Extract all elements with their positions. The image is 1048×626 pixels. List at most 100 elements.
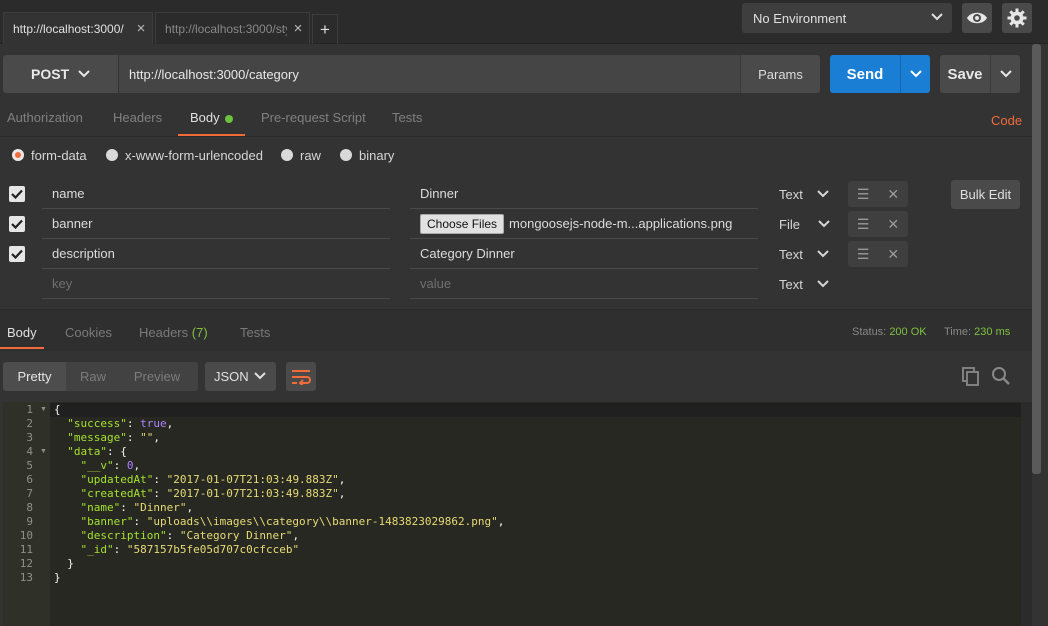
vertical-scrollbar[interactable] <box>1032 44 1041 474</box>
tab-label: Headers <box>139 325 189 340</box>
line-number: 11 <box>19 543 33 556</box>
type-select[interactable]: Text <box>779 239 839 269</box>
environment-label: No Environment <box>753 10 847 26</box>
json-value: "Dinner" <box>133 501 187 514</box>
settings-button[interactable] <box>1002 3 1032 33</box>
type-label: Text <box>779 276 803 292</box>
row-checkbox[interactable] <box>9 216 25 232</box>
radio-binary[interactable]: binary <box>340 146 394 164</box>
line-number: 12 <box>19 557 33 570</box>
method-select[interactable]: POST <box>3 55 118 93</box>
type-select[interactable]: Text <box>779 179 839 209</box>
line-number: 7 <box>26 487 33 500</box>
radio-form-data[interactable]: form-data <box>12 146 87 164</box>
response-tab-headers[interactable]: Headers (7) <box>139 325 208 349</box>
active-line-highlight <box>50 403 1021 417</box>
row-actions: ☰ ✕ <box>848 241 908 267</box>
delete-icon[interactable]: ✕ <box>887 186 899 203</box>
file-value-field: Choose Files mongoosejs-node-m...applica… <box>410 209 758 239</box>
type-select[interactable]: Text <box>779 269 839 299</box>
fold-arrow-icon[interactable]: ▼ <box>40 406 47 413</box>
search-icon[interactable] <box>991 366 1011 386</box>
chevron-down-icon <box>254 372 266 380</box>
gear-icon <box>1007 8 1027 28</box>
tab-body[interactable]: Body <box>178 110 245 136</box>
format-select[interactable]: JSON <box>205 362 276 391</box>
value-field[interactable]: Dinner <box>410 179 758 209</box>
drag-handle-icon[interactable]: ☰ <box>857 246 870 263</box>
row-checkbox[interactable] <box>9 246 25 262</box>
radio-urlencoded[interactable]: x-www-form-urlencoded <box>106 146 263 164</box>
json-value: 0 <box>126 459 134 472</box>
key-field[interactable]: banner <box>42 209 390 239</box>
editor-scrollbar[interactable] <box>1021 402 1032 626</box>
key-field[interactable]: description <box>42 239 390 269</box>
save-dropdown-button[interactable] <box>990 55 1020 93</box>
send-button[interactable]: Send <box>830 55 900 93</box>
key-field-empty[interactable]: key <box>42 269 390 299</box>
url-input[interactable] <box>119 55 740 93</box>
tab-tests[interactable]: Tests <box>392 110 422 136</box>
close-icon[interactable]: × <box>130 20 152 37</box>
code-line: "message": "", <box>67 431 160 444</box>
fold-arrow-icon[interactable]: ▼ <box>40 448 47 455</box>
json-value: "Category Dinner" <box>179 529 293 542</box>
response-tab-tests[interactable]: Tests <box>240 325 270 349</box>
type-label: Text <box>779 186 803 202</box>
tab-authorization[interactable]: Authorization <box>7 110 83 136</box>
value-field-empty[interactable]: value <box>410 269 758 299</box>
view-preview-button[interactable]: Preview <box>120 362 194 391</box>
tab-pre-request-script[interactable]: Pre-request Script <box>261 110 366 136</box>
delete-icon[interactable]: ✕ <box>887 216 899 233</box>
chevron-down-icon <box>909 70 922 78</box>
bulk-edit-button[interactable]: Bulk Edit <box>951 180 1020 209</box>
key-field[interactable]: name <box>42 179 390 209</box>
code-line: "data": { <box>67 445 127 458</box>
drag-handle-icon[interactable]: ☰ <box>857 186 870 203</box>
radio-raw[interactable]: raw <box>281 146 321 164</box>
code-link[interactable]: Code <box>991 113 1022 128</box>
row-checkbox[interactable] <box>9 186 25 202</box>
view-raw-button[interactable]: Raw <box>66 362 120 391</box>
drag-handle-icon[interactable]: ☰ <box>857 216 870 233</box>
close-icon[interactable]: × <box>287 20 309 37</box>
chevron-down-icon <box>931 13 943 21</box>
time-label: Time: <box>944 326 972 338</box>
request-tab-2[interactable]: http://localhost:3000/styles/ × <box>155 12 310 44</box>
line-number: 3 <box>26 431 33 444</box>
json-key: "success" <box>67 417 127 430</box>
json-key: "updatedAt" <box>80 473 154 486</box>
response-tab-body[interactable]: Body <box>0 325 44 349</box>
value-field[interactable]: Category Dinner <box>410 239 758 269</box>
copy-icon[interactable] <box>961 366 981 386</box>
request-tab-label: http://localhost:3000/ <box>13 21 124 36</box>
environment-select[interactable]: No Environment <box>742 3 952 33</box>
tab-headers[interactable]: Headers <box>113 110 162 136</box>
json-value: "uploads\\images\\category\\banner-14838… <box>146 515 498 528</box>
radio-icon <box>340 149 352 161</box>
response-tab-cookies[interactable]: Cookies <box>65 325 112 349</box>
json-key: "name" <box>80 501 121 514</box>
chevron-down-icon <box>817 250 829 258</box>
save-button[interactable]: Save <box>940 55 990 93</box>
time-readout: Time: 230 ms <box>944 326 1010 338</box>
status-value: 200 OK <box>889 326 927 338</box>
quick-look-button[interactable] <box>962 3 992 33</box>
view-pretty-button[interactable]: Pretty <box>3 362 66 391</box>
new-tab-button[interactable]: + <box>312 14 338 44</box>
json-value: "2017-01-07T21:03:49.883Z" <box>166 487 339 500</box>
request-tab-1[interactable]: http://localhost:3000/ × <box>3 12 153 44</box>
code-line: "_id": "587157b5fe05d707c0cfcceb" <box>80 543 300 556</box>
choose-files-button[interactable]: Choose Files <box>420 213 505 234</box>
type-select[interactable]: File <box>779 209 839 239</box>
chevron-down-icon <box>817 190 829 198</box>
wrap-lines-button[interactable] <box>286 362 316 391</box>
json-key: "_id" <box>80 543 114 556</box>
delete-icon[interactable]: ✕ <box>887 246 899 263</box>
checkmark-icon <box>11 249 23 259</box>
type-label: Text <box>779 246 803 262</box>
headers-count-badge: (7) <box>191 325 208 340</box>
radio-icon <box>281 149 293 161</box>
params-button[interactable]: Params <box>740 55 820 93</box>
send-dropdown-button[interactable] <box>900 55 930 93</box>
